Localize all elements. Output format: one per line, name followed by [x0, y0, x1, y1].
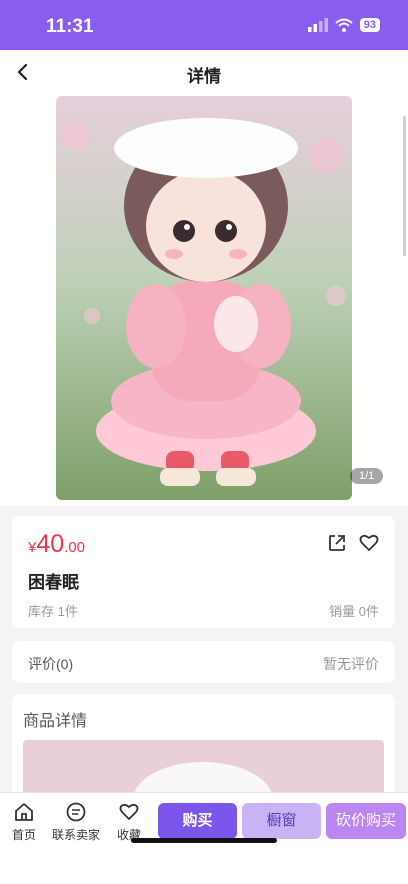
- tab-favorite[interactable]: 收藏: [113, 801, 145, 843]
- signal-icon: [307, 18, 328, 32]
- reviews-empty: 暂无评价: [323, 656, 379, 672]
- share-icon[interactable]: [326, 532, 348, 554]
- nav-bar: 详情: [0, 50, 408, 96]
- status-time: 11:31: [46, 16, 94, 37]
- status-bar: 11:31 93: [0, 0, 408, 50]
- product-photo[interactable]: [56, 96, 352, 500]
- wifi-icon: [335, 18, 353, 32]
- details-title: 商品详情: [23, 713, 88, 730]
- favorite-heart-icon: [119, 803, 139, 820]
- heart-icon[interactable]: [358, 532, 380, 554]
- tab-contact-seller[interactable]: 联系卖家: [50, 801, 102, 843]
- image-counter: 1/1: [350, 468, 384, 484]
- battery-indicator: 93: [359, 18, 380, 32]
- product-name: 困春眠: [28, 573, 79, 592]
- reviews-row[interactable]: 评价(0) 暂无评价: [12, 641, 395, 683]
- price-integer: 40: [36, 530, 65, 558]
- scrollbar[interactable]: [403, 116, 406, 256]
- price-card: ¥40.00 困春眠 库存 1件 销量 0件: [12, 516, 395, 628]
- product-gallery[interactable]: 1/1: [0, 96, 408, 506]
- reviews-label: 评价(0): [28, 656, 74, 672]
- bargain-buy-button[interactable]: 砍价购买: [326, 803, 406, 839]
- stock-count: 库存 1件: [28, 604, 78, 619]
- price: ¥40.00: [28, 530, 85, 559]
- sales-count: 销量 0件: [329, 604, 379, 619]
- tab-home[interactable]: 首页: [8, 801, 40, 843]
- home-indicator: [131, 838, 277, 843]
- home-icon: [15, 803, 33, 821]
- tab-home-label: 首页: [11, 828, 36, 842]
- tab-contact-label: 联系卖家: [51, 828, 100, 842]
- price-decimal: .00: [64, 539, 86, 556]
- status-icons: 93: [307, 18, 380, 32]
- window-button[interactable]: 橱窗: [242, 803, 321, 839]
- chat-icon: [66, 802, 86, 822]
- doll-figure-image: [56, 96, 352, 500]
- page-title: 详情: [187, 67, 221, 86]
- buy-button[interactable]: 购买: [158, 803, 237, 839]
